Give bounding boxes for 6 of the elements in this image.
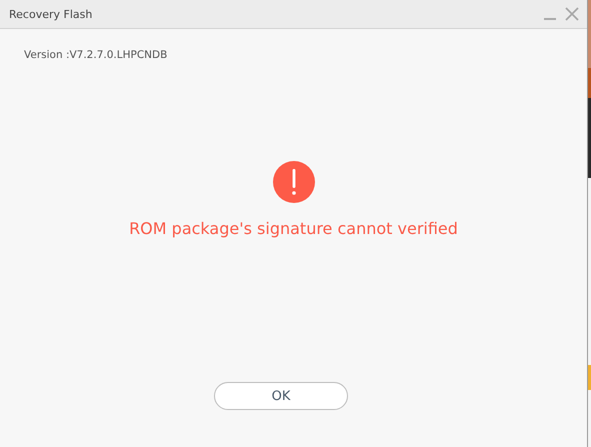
exclamation-icon [272,161,314,203]
close-icon[interactable] [565,7,579,21]
version-label: Version :V7.2.7.0.LHPCNDB [24,49,168,61]
window-title: Recovery Flash [9,8,94,20]
error-message: ROM package's signature cannot verified [129,219,458,238]
ok-button[interactable]: OK [214,382,348,410]
